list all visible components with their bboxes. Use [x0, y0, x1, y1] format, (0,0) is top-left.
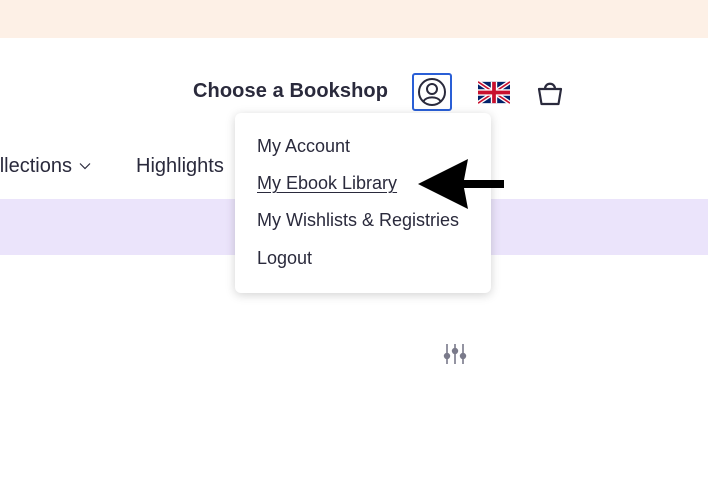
nav-collections[interactable]: llections: [0, 155, 95, 181]
uk-flag-icon: [476, 80, 512, 105]
left-arrow-annotation: [418, 159, 504, 209]
choose-bookshop-link[interactable]: Choose a Bookshop: [193, 80, 388, 103]
sliders-icon: [443, 344, 467, 364]
shopping-bag-icon: [537, 82, 563, 106]
language-button[interactable]: [476, 80, 512, 105]
menu-item-logout[interactable]: Logout: [257, 248, 312, 269]
nav-highlights[interactable]: Highlights: [136, 155, 224, 178]
filter-button[interactable]: [442, 342, 468, 366]
account-button[interactable]: [412, 73, 452, 111]
cart-button[interactable]: [536, 79, 564, 107]
chevron-down-icon: [79, 163, 91, 170]
menu-item-my-account[interactable]: My Account: [257, 136, 350, 157]
top-banner: [0, 0, 708, 38]
nav-collections-label: llections: [0, 155, 72, 177]
menu-item-my-ebook-library[interactable]: My Ebook Library: [257, 173, 397, 194]
menu-item-wishlists-registries[interactable]: My Wishlists & Registries: [257, 210, 459, 231]
user-circle-icon: [418, 78, 446, 106]
